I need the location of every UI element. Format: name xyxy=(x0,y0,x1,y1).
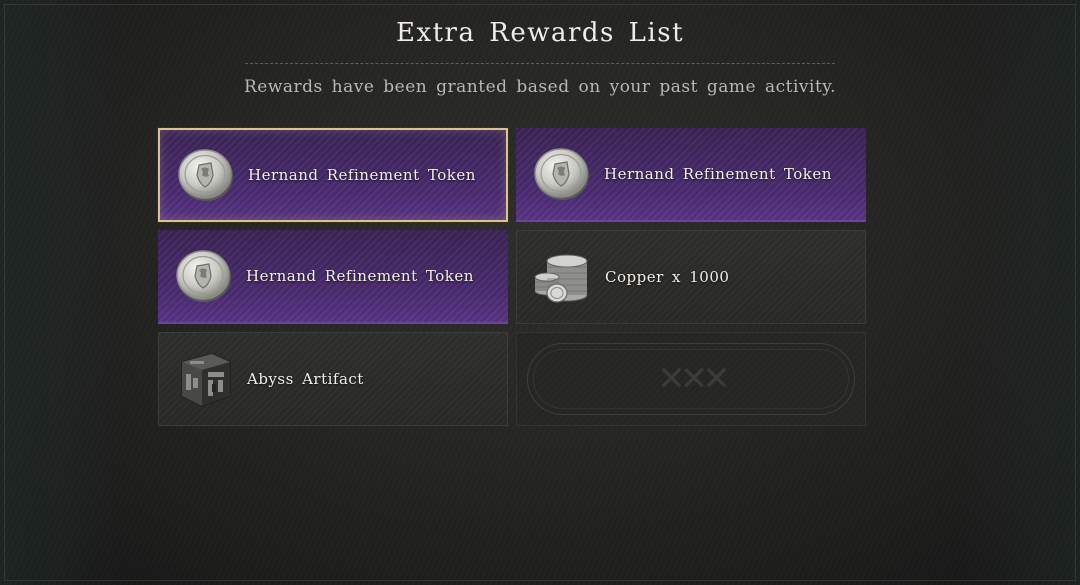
hernand-token-coin-icon xyxy=(172,244,236,308)
empty-reward-slot: ✕✕✕ xyxy=(516,332,866,426)
reward-label: Hernand Refinement Token xyxy=(246,267,474,285)
reward-label: Hernand Refinement Token xyxy=(248,166,476,184)
lattice-ornament-icon: ✕✕✕ xyxy=(657,359,731,399)
reward-label: Copper x 1000 xyxy=(605,268,730,286)
page-subtitle: Rewards have been granted based on your … xyxy=(243,77,837,97)
page-title: Extra Rewards List xyxy=(395,18,685,48)
reward-slot[interactable]: Copper x 1000 xyxy=(516,230,866,324)
hernand-token-coin-icon xyxy=(530,142,594,206)
reward-slot[interactable]: Hernand Refinement Token xyxy=(158,128,508,222)
hernand-token-coin-icon xyxy=(174,143,238,207)
title-divider xyxy=(245,63,835,64)
reward-slot[interactable]: Abyss Artifact xyxy=(158,332,508,426)
reward-slot[interactable]: Hernand Refinement Token xyxy=(516,128,866,222)
reward-label: Hernand Refinement Token xyxy=(604,165,832,183)
reward-label: Abyss Artifact xyxy=(247,370,364,388)
abyss-artifact-cube-icon xyxy=(173,347,237,411)
rewards-grid: Hernand Refinement Token Hernand Refinem… xyxy=(158,128,866,426)
reward-slot[interactable]: Hernand Refinement Token xyxy=(158,230,508,324)
copper-coin-stack-icon xyxy=(531,245,595,309)
